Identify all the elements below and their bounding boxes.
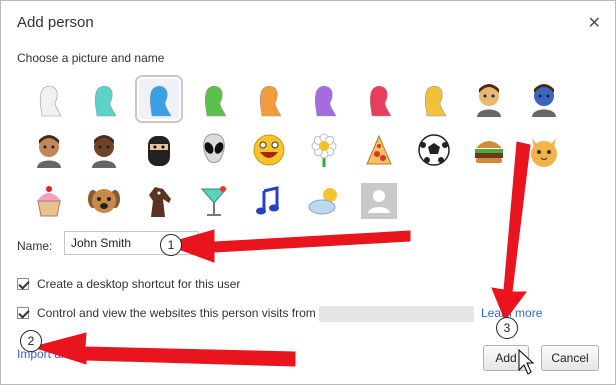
cat-avatar[interactable] (524, 130, 564, 170)
dog-avatar[interactable] (84, 181, 124, 221)
callout-badge-3: 3 (496, 317, 518, 339)
supervise-label: Control and view the websites this perso… (37, 306, 316, 320)
sun-cloud-avatar[interactable] (304, 181, 344, 221)
superhero-avatar[interactable] (524, 79, 564, 119)
dialog-title: Add person (17, 14, 94, 31)
businesswoman-avatar[interactable] (469, 79, 509, 119)
callout-badge-2: 2 (20, 330, 42, 352)
alien-avatar[interactable] (194, 130, 234, 170)
red-silhouette-avatar[interactable] (359, 79, 399, 119)
redacted-email (319, 306, 474, 322)
smiley-avatar[interactable] (249, 130, 289, 170)
close-icon[interactable]: ✕ (588, 13, 601, 33)
green-silhouette-avatar[interactable] (194, 79, 234, 119)
supervise-checkbox[interactable] (17, 307, 29, 319)
cocktail-avatar[interactable] (194, 181, 234, 221)
music-note-avatar[interactable] (249, 181, 289, 221)
flower-avatar[interactable] (304, 130, 344, 170)
white-silhouette-avatar[interactable] (29, 79, 69, 119)
purple-silhouette-avatar[interactable] (304, 79, 344, 119)
generic-user-avatar[interactable] (359, 181, 399, 221)
horse-avatar[interactable] (139, 181, 179, 221)
burger-avatar[interactable] (469, 130, 509, 170)
pizza-avatar[interactable] (359, 130, 399, 170)
orange-silhouette-avatar[interactable] (249, 79, 289, 119)
desktop-shortcut-checkbox[interactable] (17, 278, 29, 290)
yellow-silhouette-avatar[interactable] (414, 79, 454, 119)
callout-badge-1: 1 (160, 234, 182, 256)
cupcake-avatar[interactable] (29, 181, 69, 221)
soccer-ball-avatar[interactable] (414, 130, 454, 170)
name-label: Name: (17, 239, 53, 253)
woman-sunglasses-avatar[interactable] (29, 130, 69, 170)
add-button[interactable]: Add (483, 345, 529, 371)
picture-name-heading: Choose a picture and name (17, 51, 165, 65)
ninja-avatar[interactable] (139, 130, 179, 170)
blue-silhouette-avatar[interactable] (135, 75, 183, 123)
man-avatar[interactable] (84, 130, 124, 170)
cancel-button[interactable]: Cancel (541, 345, 599, 371)
desktop-shortcut-label: Create a desktop shortcut for this user (37, 277, 241, 291)
teal-silhouette-avatar[interactable] (84, 79, 124, 119)
add-person-dialog: Add person ✕ Choose a picture and name N… (0, 0, 616, 385)
